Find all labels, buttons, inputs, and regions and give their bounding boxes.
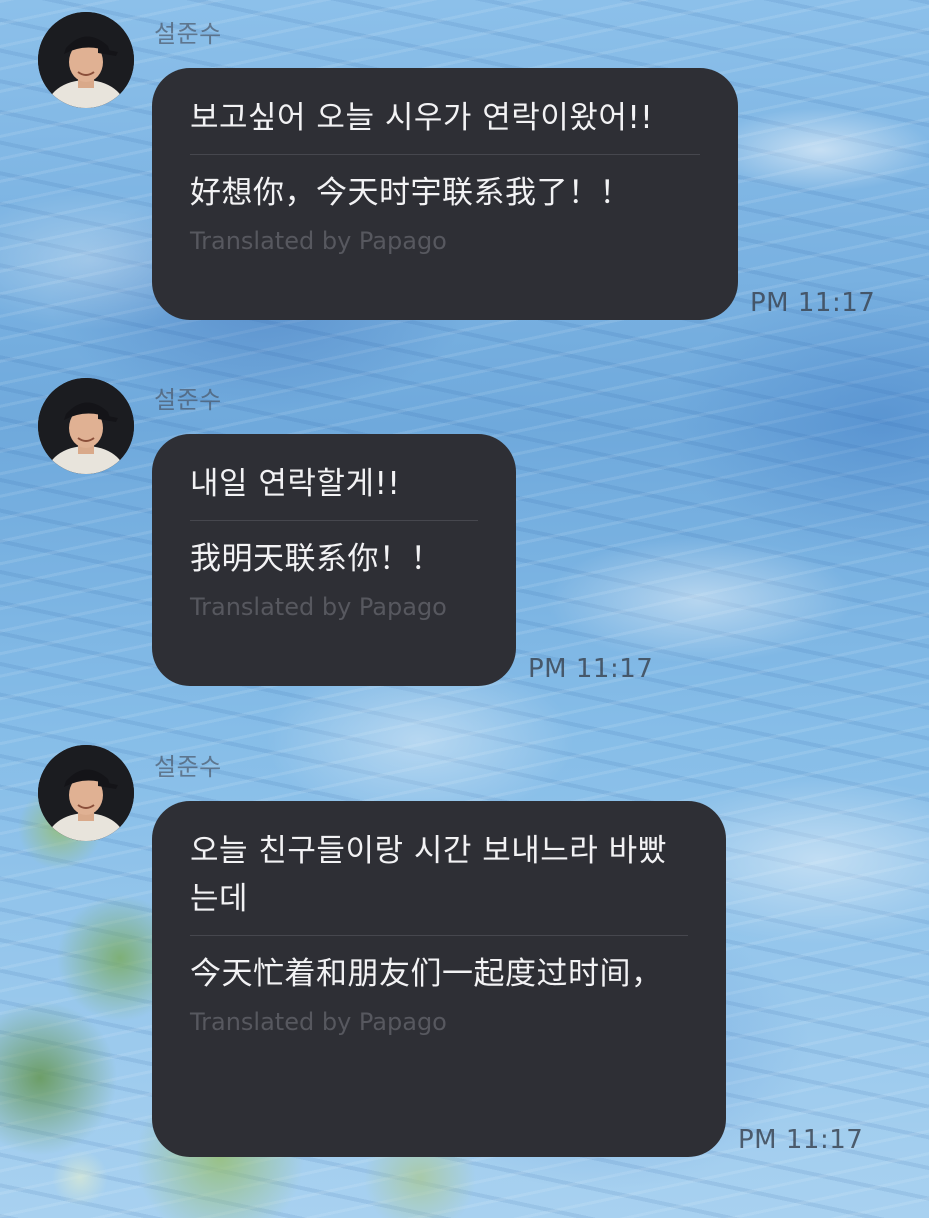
message-row: 설준수 내일 연락할게!! 我明天联系你！！ Translated by Pap… <box>0 378 929 698</box>
profile-photo-icon <box>38 378 134 474</box>
translation-credit: Translated by Papago <box>190 1008 447 1036</box>
sender-name: 설준수 <box>154 753 222 781</box>
message-bubble[interactable]: 보고싶어 오늘 시우가 연락이왔어!! 好想你，今天时宇联系我了！！ Trans… <box>152 68 738 320</box>
avatar[interactable] <box>38 12 134 108</box>
avatar[interactable] <box>38 745 134 841</box>
avatar[interactable] <box>38 378 134 474</box>
sender-name: 설준수 <box>154 386 222 414</box>
original-message-text: 오늘 친구들이랑 시간 보내느라 바빴는데 <box>190 833 667 917</box>
translated-message-text: 好想你，今天时宇联系我了！！ <box>190 175 631 211</box>
original-message-text: 보고싶어 오늘 시우가 연락이왔어!! <box>190 100 654 136</box>
original-message-text: 내일 연락할게!! <box>190 466 401 502</box>
translation-credit: Translated by Papago <box>190 593 447 621</box>
translation-credit: Translated by Papago <box>190 227 447 255</box>
profile-photo-icon <box>38 745 134 841</box>
message-bubble[interactable]: 내일 연락할게!! 我明天联系你！！ Translated by Papago <box>152 434 516 686</box>
translation-divider <box>190 935 688 936</box>
translated-message-text: 今天忙着和朋友们一起度过时间， <box>190 956 663 992</box>
message-bubble[interactable]: 오늘 친구들이랑 시간 보내느라 바빴는데 今天忙着和朋友们一起度过时间， Tr… <box>152 801 726 1157</box>
translated-message-text: 我明天联系你！！ <box>190 541 442 577</box>
message-row: 설준수 보고싶어 오늘 시우가 연락이왔어!! 好想你，今天时宇联系我了！！ T… <box>0 12 929 332</box>
message-timestamp: PM 11:17 <box>528 654 654 684</box>
translation-divider <box>190 154 700 155</box>
message-timestamp: PM 11:17 <box>738 1125 864 1155</box>
message-row: 설준수 오늘 친구들이랑 시간 보내느라 바빴는데 今天忙着和朋友们一起度过时间… <box>0 745 929 1175</box>
sender-name: 설준수 <box>154 20 222 48</box>
translation-divider <box>190 520 478 521</box>
profile-photo-icon <box>38 12 134 108</box>
message-timestamp: PM 11:17 <box>750 288 876 318</box>
